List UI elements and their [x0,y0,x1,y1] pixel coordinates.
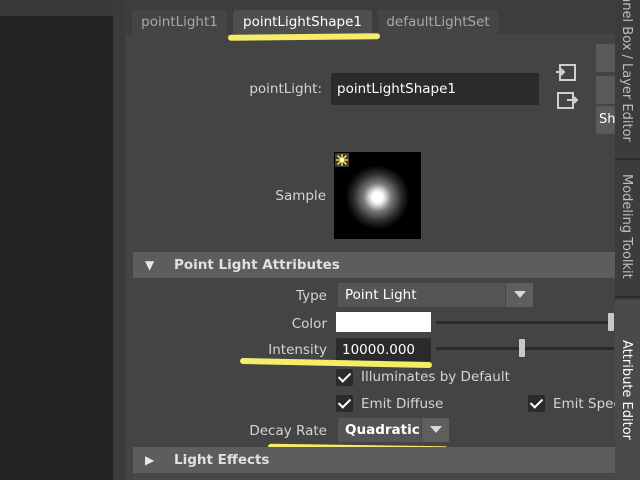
type-value: Point Light [345,287,417,303]
show-button[interactable]: Sh [596,106,615,134]
focus-output-icon[interactable] [556,90,578,112]
decay-rate-label: Decay Rate [249,423,327,439]
node-name-field[interactable]: pointLightShape1 [331,73,539,105]
side-square-button-1[interactable] [596,44,615,72]
section-light-effects[interactable]: ▶ Light Effects [133,447,615,473]
tab-attribute-editor[interactable]: Attribute Editor [615,300,640,480]
intensity-slider-thumb[interactable] [519,339,525,357]
tab-label: Attribute Editor [619,340,634,441]
side-square-button-2[interactable] [596,76,615,104]
tab-label: nnel Box / Layer Editor [619,0,634,142]
viewport-panel[interactable] [0,0,113,480]
illuminates-checkbox[interactable] [336,369,353,386]
section-title: Point Light Attributes [174,257,340,273]
tab-pointlight1[interactable]: pointLight1 [132,10,227,34]
tab-label: Modeling Toolkit [619,174,634,279]
decay-rate-dropdown[interactable]: Quadratic [338,418,449,442]
tab-defaultlightset[interactable]: defaultLightSet [378,10,498,34]
intensity-slider-track[interactable] [436,347,614,350]
tab-separator [615,158,640,160]
collapse-arrow-icon: ▼ [145,258,155,272]
chevron-down-icon[interactable] [421,418,449,442]
focus-input-icon[interactable] [556,62,578,84]
next-section-edge [133,473,615,480]
viewport-toolbar [0,0,113,16]
decay-rate-value: Quadratic [345,422,420,438]
color-slider-thumb[interactable] [608,313,614,331]
type-label: Type [295,288,327,304]
illuminates-label: Illuminates by Default [361,369,510,385]
color-label: Color [291,316,327,332]
intensity-field[interactable]: 10000.000 [336,338,431,362]
intensity-label: Intensity [268,342,327,358]
emit-diffuse-label: Emit Diffuse [361,396,444,412]
tab-separator [615,296,640,298]
tab-pointlightshape1[interactable]: pointLightShape1 [233,10,372,34]
node-name-label: pointLight: [249,81,322,97]
color-swatch[interactable] [336,312,431,332]
type-dropdown[interactable]: Point Light [338,283,533,307]
emit-diffuse-checkbox[interactable] [336,395,353,412]
chevron-down-icon[interactable] [505,283,533,307]
section-title: Light Effects [174,452,270,468]
color-slider-track[interactable] [436,321,614,324]
emit-specular-checkbox[interactable] [528,395,545,412]
tab-modeling-toolkit[interactable]: Modeling Toolkit [615,164,640,288]
expand-arrow-icon: ▶ [145,453,155,467]
sample-light-icon[interactable] [335,153,349,167]
sample-label: Sample [275,188,326,204]
tab-channel-box-layer-editor[interactable]: nnel Box / Layer Editor [615,0,640,152]
panel-divider[interactable] [113,0,125,480]
section-point-light-attributes[interactable]: ▼ Point Light Attributes [133,252,615,278]
